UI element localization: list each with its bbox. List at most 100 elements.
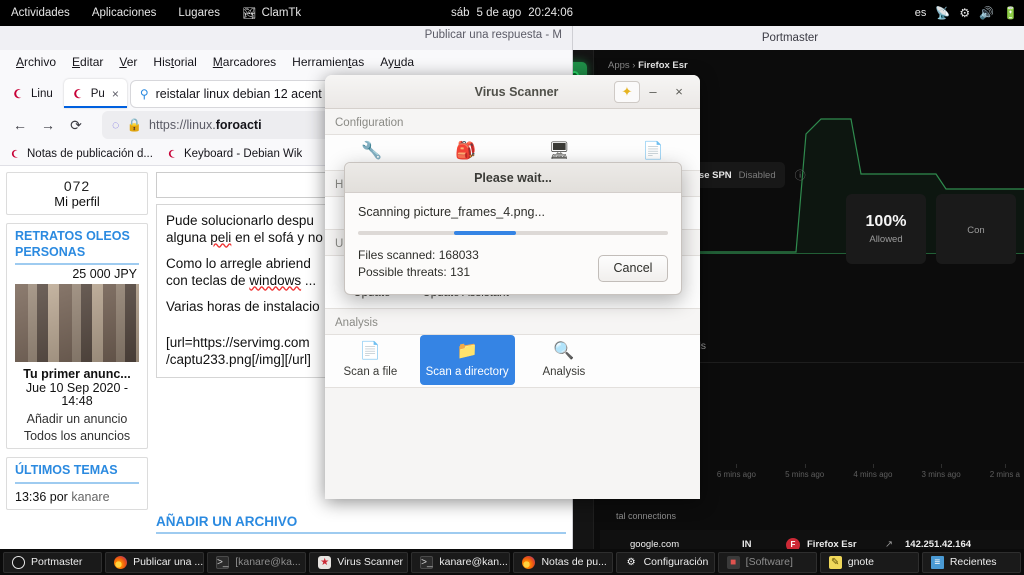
- axis-tick: 2 mins a: [990, 464, 1020, 488]
- scan-file-icon: 📄: [359, 340, 381, 360]
- ad-all-link[interactable]: Todos los anuncios: [15, 429, 139, 443]
- menu-archivo[interactable]: Archivo: [8, 53, 64, 71]
- volume-icon[interactable]: 🔊: [979, 7, 994, 19]
- latest-user[interactable]: kanare: [71, 490, 109, 504]
- taskbar-item-terminal-1[interactable]: >_ [kanare@ka...: [207, 551, 307, 573]
- battery-icon[interactable]: 🔋: [1003, 7, 1018, 19]
- stat-card-connections: Con: [936, 194, 1016, 264]
- menu-marcadores[interactable]: Marcadores: [205, 53, 284, 71]
- terminal-icon: >_: [420, 555, 434, 569]
- config-quarantine-button[interactable]: 🎒: [419, 141, 513, 162]
- connection-ip: 142.251.42.164: [905, 539, 972, 549]
- please-wait-dialog: Please wait... Scanning picture_frames_4…: [344, 162, 682, 295]
- network-icon[interactable]: 📡: [935, 7, 950, 19]
- stat-label: Con: [967, 225, 985, 236]
- taskbar-item-software[interactable]: ■ [Software]: [717, 551, 817, 573]
- back-button[interactable]: ←: [6, 111, 34, 139]
- star-icon[interactable]: ✦: [614, 80, 640, 103]
- files-scanned-value: 168033: [438, 248, 479, 262]
- info-icon[interactable]: ⓘ: [795, 167, 806, 183]
- reload-button[interactable]: ⟳: [62, 111, 90, 139]
- latest-heading: ÚLTIMOS TEMAS: [15, 463, 139, 484]
- places-label: Lugares: [178, 7, 220, 19]
- browser-tab-active[interactable]: Pu ×: [63, 79, 127, 108]
- post-line: con teclas de windows ...: [166, 272, 317, 288]
- breadcrumb-root[interactable]: Apps: [608, 60, 630, 71]
- axis-tick: 3 mins ago: [922, 464, 961, 488]
- taskbar-item-firefox-post[interactable]: Publicar una ...: [105, 551, 205, 573]
- analysis-button[interactable]: 🔍 Analysis: [519, 341, 610, 379]
- latest-item[interactable]: 13:36 por kanare: [15, 490, 139, 504]
- connection-host: google.com: [630, 539, 680, 549]
- taskbar-label: kanare@kan...: [439, 556, 508, 568]
- taskbar-label: Notas de pu...: [541, 556, 607, 568]
- taskbar-item-recientes[interactable]: ≡ Recientes: [921, 551, 1021, 573]
- taskbar-label: Virus Scanner: [337, 556, 404, 568]
- clamtk-icon: 🏞: [241, 8, 257, 20]
- bluetooth-icon[interactable]: ⚙: [959, 7, 970, 19]
- menu-historial[interactable]: Historial: [145, 53, 204, 71]
- firefox-menubar[interactable]: Archivo Editar Ver Historial Marcadores …: [0, 50, 572, 74]
- config-whitelist-button[interactable]: 📄: [606, 141, 700, 162]
- bookmark-item[interactable]: Keyboard - Debian Wik: [167, 148, 302, 160]
- browser-tab[interactable]: Linu: [4, 79, 61, 108]
- taskbar-label: Recientes: [949, 556, 997, 568]
- app-badge-icon: F: [786, 537, 800, 549]
- portmaster-titlebar: Portmaster: [556, 26, 1024, 50]
- ad-price: 25 000 JPY: [72, 267, 137, 282]
- config-network-button[interactable]: 🖥: [513, 141, 607, 162]
- ad-add-link[interactable]: Añadir un anuncio: [15, 412, 139, 426]
- taskbar-item-terminal-2[interactable]: >_ kanare@kan...: [411, 551, 511, 573]
- config-settings-button[interactable]: 🔧: [325, 141, 419, 162]
- keyboard-layout-indicator[interactable]: es: [915, 7, 927, 19]
- menu-ayuda[interactable]: Ayuda: [372, 53, 422, 71]
- taskbar-item-virus-scanner[interactable]: ★ Virus Scanner: [309, 551, 409, 573]
- applications-menu[interactable]: Aplicaciones: [81, 0, 168, 26]
- shield-icon[interactable]: ◌: [112, 118, 119, 132]
- menu-herramientas[interactable]: Herramientas: [284, 53, 372, 71]
- taskbar-item-firefox-notas[interactable]: Notas de pu...: [513, 551, 613, 573]
- cancel-button[interactable]: Cancel: [598, 254, 668, 282]
- menu-editar[interactable]: Editar: [64, 53, 111, 71]
- total-connections-label: tal connections: [616, 511, 677, 521]
- breadcrumb[interactable]: Apps › Firefox Esr: [608, 60, 688, 71]
- close-icon[interactable]: ×: [112, 87, 119, 101]
- bookmark-label: Keyboard - Debian Wik: [183, 147, 303, 160]
- active-app-label: ClamTk: [261, 7, 302, 19]
- system-tray[interactable]: es 📡 ⚙ 🔊 🔋: [915, 7, 1018, 19]
- stat-value: 100%: [865, 213, 907, 230]
- profile-label[interactable]: Mi perfil: [15, 194, 139, 209]
- table-row[interactable]: google.com IN F Firefox Esr ↗ 142.251.42…: [600, 530, 1024, 549]
- taskbar-item-portmaster[interactable]: Portmaster: [3, 551, 103, 573]
- scan-a-file-button[interactable]: 📄 Scan a file: [325, 341, 416, 379]
- menu-ver[interactable]: Ver: [111, 53, 145, 71]
- stats-cards: 100% Allowed Con: [846, 194, 1016, 264]
- taskbar-label: gnote: [847, 556, 875, 568]
- taskbar-label: [Software]: [745, 556, 793, 568]
- ad-title: Tu primer anunc...: [23, 367, 131, 382]
- profile-card[interactable]: 072 Mi perfil: [6, 172, 148, 215]
- active-app-menu[interactable]: 🏞 ClamTk: [231, 0, 312, 26]
- close-icon[interactable]: ×: [666, 81, 692, 103]
- minimize-icon[interactable]: –: [640, 81, 666, 103]
- gear-icon: ⚙: [626, 556, 636, 568]
- page-sidebar: 072 Mi perfil RETRATOS OLEOS PERSONAS 25…: [6, 172, 148, 565]
- debian-icon: [168, 149, 175, 158]
- scan-file-label: Scan a file: [343, 365, 398, 378]
- outbound-arrow-icon: ↗: [885, 539, 893, 549]
- forward-button[interactable]: →: [34, 111, 62, 139]
- scan-stats: Files scanned: 168033 Possible threats: …: [358, 247, 479, 282]
- axis-tick: 4 mins ago: [853, 464, 892, 488]
- ad-card[interactable]: RETRATOS OLEOS PERSONAS 25 000 JPY Tu pr…: [6, 223, 148, 450]
- taskbar-item-gnote[interactable]: ✎ gnote: [819, 551, 919, 573]
- activities-button[interactable]: Actividades: [0, 0, 81, 26]
- threats-value: 131: [450, 265, 471, 280]
- post-line: Varias horas de instalacio: [166, 298, 320, 314]
- clock[interactable]: sáb 5 de ago 20:24:06: [451, 7, 573, 19]
- places-menu[interactable]: Lugares: [167, 0, 231, 26]
- lock-icon[interactable]: 🔒: [126, 118, 142, 133]
- analysis-label: Analysis: [542, 365, 586, 378]
- scan-a-directory-button[interactable]: 📁 Scan a directory: [419, 334, 515, 385]
- bookmark-item[interactable]: Notas de publicación d...: [10, 148, 153, 160]
- taskbar-item-configuracion[interactable]: ⚙ Configuración: [615, 551, 715, 573]
